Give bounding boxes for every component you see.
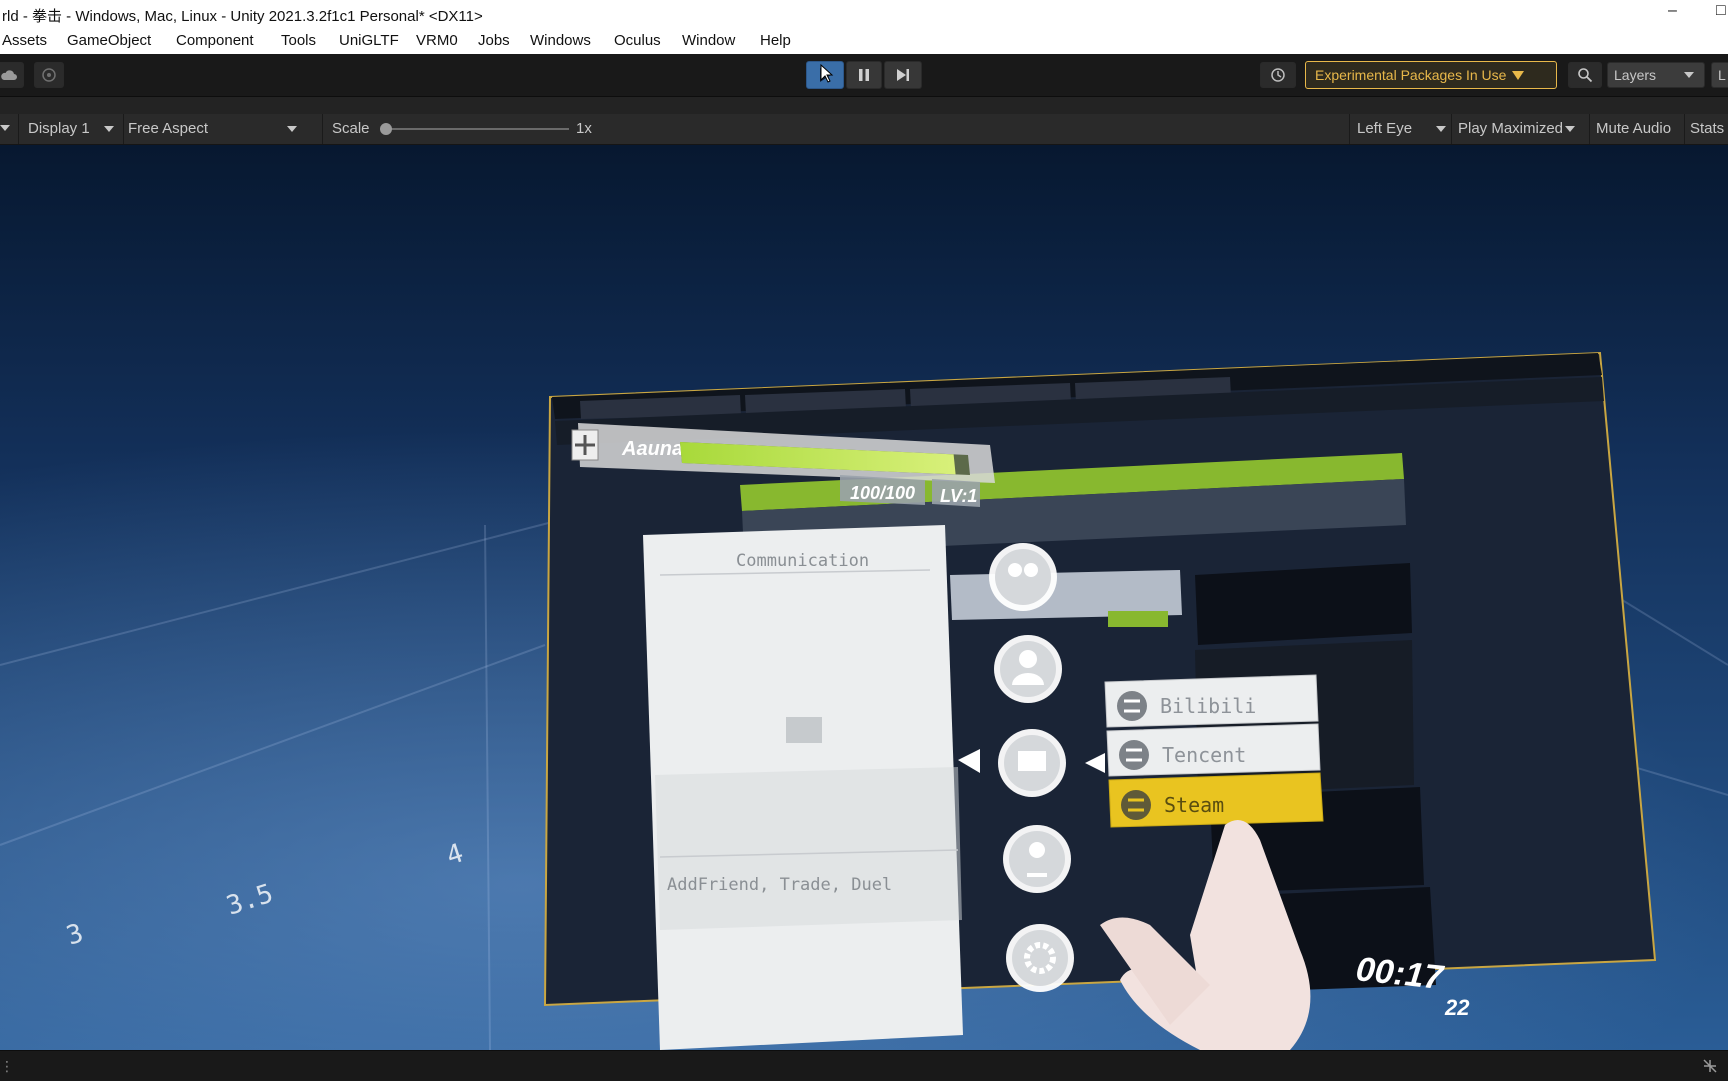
- chevron-down-icon: [103, 126, 114, 133]
- menu-assets[interactable]: Assets: [2, 32, 47, 49]
- menu-windows[interactable]: Windows: [530, 32, 591, 49]
- location-icon[interactable]: [1003, 825, 1071, 893]
- chevron-down-icon: [1684, 72, 1695, 78]
- hp-value: 100/100: [850, 483, 915, 503]
- chevron-down-icon: [1565, 126, 1576, 133]
- status-bar: ⋮: [0, 1050, 1728, 1081]
- player-name: Aauna: [621, 438, 683, 460]
- experimental-packages-label: Experimental Packages In Use: [1315, 67, 1507, 83]
- menu-component[interactable]: Component: [176, 32, 254, 49]
- menu-tools[interactable]: Tools: [281, 32, 316, 49]
- settings-icon[interactable]: [1006, 924, 1074, 992]
- option-label: Tencent: [1162, 743, 1246, 767]
- chat-icon[interactable]: [998, 729, 1066, 797]
- play-mode-dropdown[interactable]: Play Maximized: [1458, 120, 1576, 137]
- menu-vrm0[interactable]: VRM0: [416, 32, 458, 49]
- minimize-icon[interactable]: –: [1668, 2, 1677, 20]
- scale-value: 1x: [576, 120, 592, 137]
- vr-scene: 3 3.5 4 Aauna 100/100 LV:1 Communication…: [0, 145, 1728, 1050]
- user-icon[interactable]: [994, 635, 1062, 703]
- option-bilibili[interactable]: Bilibili: [1104, 674, 1319, 728]
- menu-jobs[interactable]: Jobs: [478, 32, 510, 49]
- restore-icon[interactable]: □: [1716, 2, 1726, 20]
- layers-dropdown[interactable]: Layers: [1607, 62, 1705, 88]
- panel-tab-strip: [0, 97, 1728, 114]
- cloud-icon: [1, 70, 18, 80]
- search-icon: [1578, 68, 1593, 83]
- history-icon: [1271, 68, 1285, 82]
- menu-unigltf[interactable]: UniGLTF: [339, 32, 399, 49]
- collab-icon: [42, 68, 56, 82]
- display-dropdown[interactable]: Display 1: [28, 120, 114, 137]
- option-steam[interactable]: Steam: [1108, 772, 1324, 828]
- window-title-bar: rld - 拳击 - Windows, Mac, Linux - Unity 2…: [0, 0, 1728, 28]
- status-dots-icon: ⋮: [0, 1058, 14, 1074]
- monitor-info-card: [1195, 563, 1412, 645]
- auto-generate-lighting-icon[interactable]: [1702, 1058, 1718, 1074]
- step-icon: [897, 69, 909, 81]
- display-label: Display 1: [28, 120, 90, 137]
- level-value: LV:1: [940, 486, 977, 506]
- experimental-packages-button[interactable]: Experimental Packages In Use: [1305, 61, 1557, 89]
- main-toolbar: Experimental Packages In Use Layers L: [0, 54, 1728, 97]
- panel-footer-text: AddFriend, Trade, Duel: [667, 875, 892, 895]
- layout-dropdown[interactable]: L: [1711, 62, 1728, 88]
- chevron-down-icon: [1512, 70, 1525, 80]
- option-label: Steam: [1164, 793, 1224, 817]
- wrist-date: 22: [1444, 995, 1470, 1020]
- chevron-down-icon: [0, 125, 10, 132]
- option-tencent[interactable]: Tencent: [1106, 723, 1321, 777]
- panel-title: Communication: [736, 551, 869, 571]
- history-button[interactable]: [1260, 62, 1296, 88]
- scale-slider-track[interactable]: [386, 128, 569, 130]
- game-menu-dropdown[interactable]: [0, 119, 10, 136]
- menu-gameobject[interactable]: GameObject: [67, 32, 151, 49]
- search-button[interactable]: [1568, 62, 1602, 88]
- game-view-toolbar: Display 1 Free Aspect Scale 1x Left Eye …: [0, 114, 1728, 145]
- menu-oculus[interactable]: Oculus: [614, 32, 661, 49]
- chat-placeholder-icon: [786, 717, 822, 743]
- chevron-down-icon: [1436, 126, 1447, 133]
- play-mode-label: Play Maximized: [1458, 120, 1564, 137]
- window-title: rld - 拳击 - Windows, Mac, Linux - Unity 2…: [2, 8, 483, 25]
- menu-window[interactable]: Window: [682, 32, 735, 49]
- pause-button[interactable]: [846, 61, 882, 89]
- layout-label: L: [1718, 67, 1726, 83]
- panel-body: [655, 767, 962, 930]
- step-button[interactable]: [884, 61, 922, 89]
- scale-slider-handle[interactable]: [380, 123, 392, 135]
- eye-label: Left Eye: [1357, 120, 1413, 137]
- menu-bar: Assets GameObject Component Tools UniGLT…: [0, 28, 1728, 55]
- mute-audio-toggle[interactable]: Mute Audio: [1596, 120, 1671, 137]
- aspect-dropdown[interactable]: Free Aspect: [128, 120, 298, 137]
- menu-help[interactable]: Help: [760, 32, 791, 49]
- mouse-cursor-icon: [820, 64, 834, 83]
- cloud-button[interactable]: [0, 62, 24, 88]
- stats-toggle[interactable]: Stats: [1690, 120, 1724, 137]
- option-label: Bilibili: [1160, 694, 1256, 718]
- eye-dropdown[interactable]: Left Eye: [1357, 120, 1447, 137]
- aspect-label: Free Aspect: [128, 120, 209, 137]
- collab-button[interactable]: [34, 62, 64, 88]
- chevron-down-icon: [287, 126, 298, 133]
- layers-label: Layers: [1614, 67, 1657, 83]
- monitor-green-button: [1108, 611, 1168, 627]
- scale-label: Scale: [332, 120, 370, 137]
- game-viewport[interactable]: 3 3.5 4 Aauna 100/100 LV:1 Communication…: [0, 145, 1728, 1050]
- pause-icon: [859, 69, 869, 81]
- friends-icon[interactable]: [989, 543, 1057, 611]
